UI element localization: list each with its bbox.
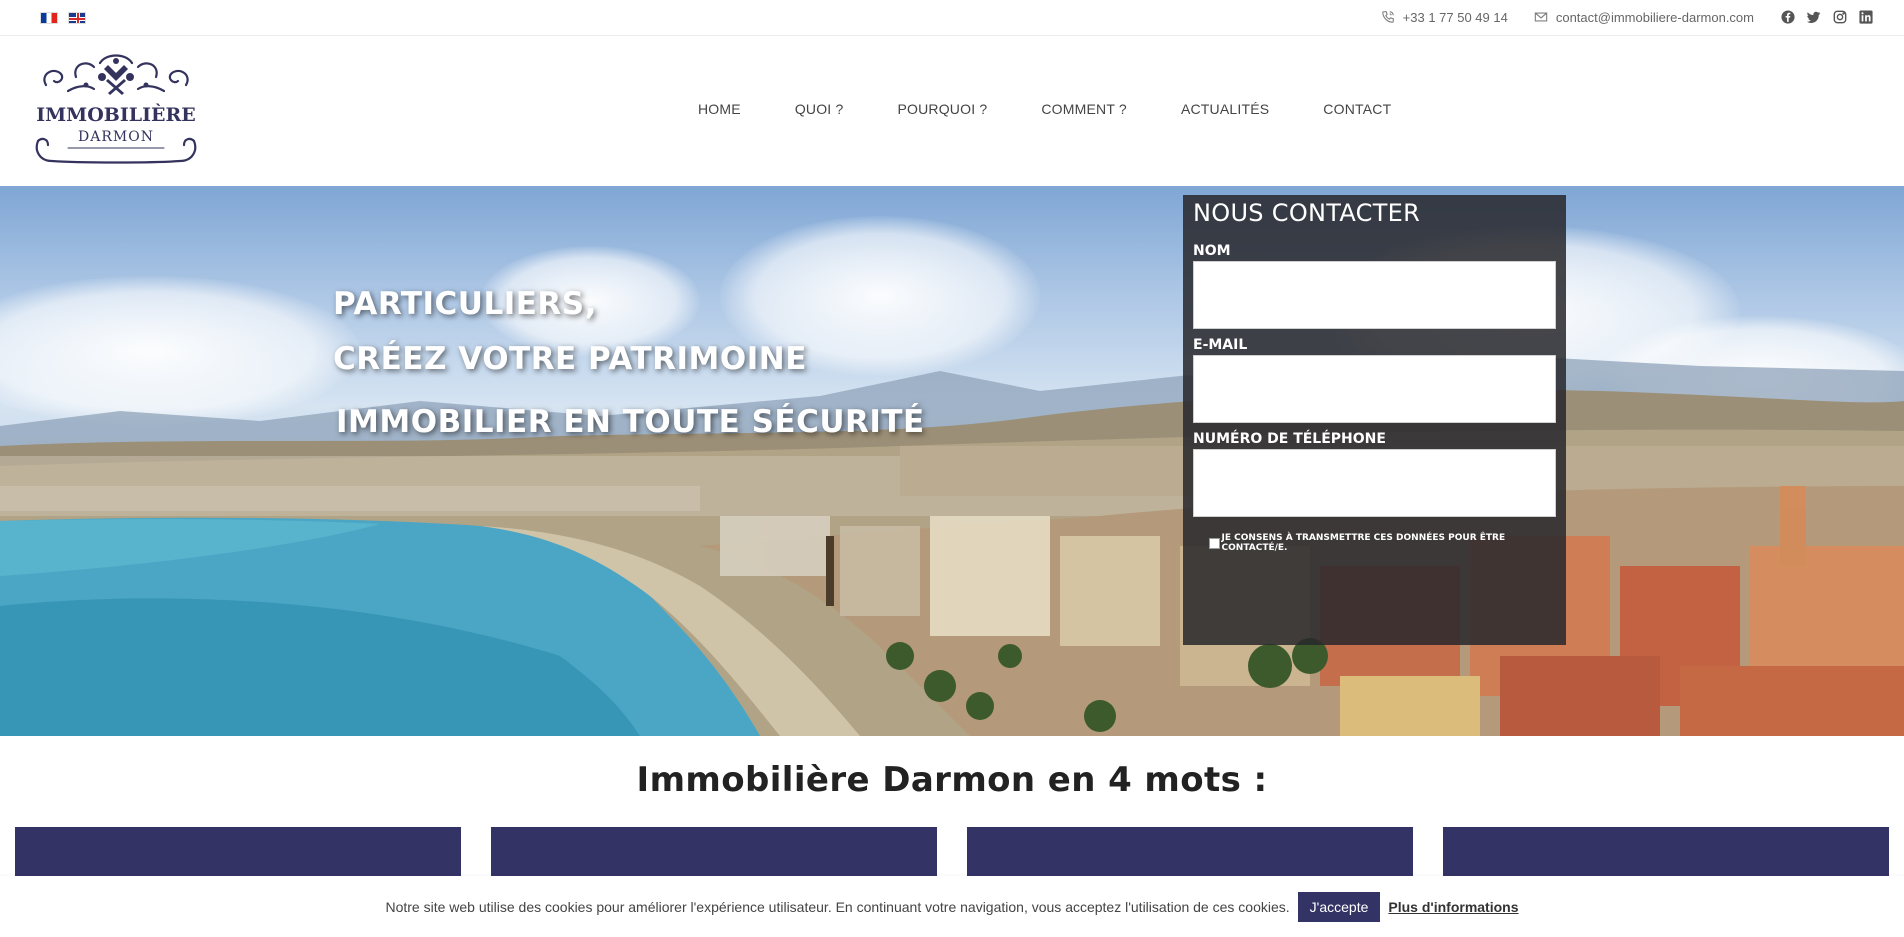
hero-banner: PARTICULIERS, CRÉEZ VOTRE PATRIMOINE IMM… [0,186,1904,736]
nav-pourquoi[interactable]: POURQUOI ? [897,101,987,117]
facebook-icon[interactable] [1780,9,1796,25]
email-label: E-MAIL [1193,337,1248,353]
linkedin-icon[interactable] [1858,9,1874,25]
accept-cookies-button[interactable]: J'accepte [1297,891,1381,922]
logo-line1: IMMOBILIÈRE [36,103,195,126]
email-link[interactable]: contact@immobiliere-darmon.com [1534,10,1754,25]
site-header: IMMOBILIÈRE DARMON HOME QUOI ? POURQUOI … [0,37,1904,186]
nav-quoi[interactable]: QUOI ? [795,101,844,117]
hero-headline-line3: IMMOBILIER EN TOUTE SÉCURITÉ [336,404,925,440]
france-flag-icon[interactable] [40,12,58,24]
language-switcher [40,12,86,24]
contact-form: NOUS CONTACTER NOM E-MAIL NUMÉRO DE TÉLÉ… [1183,195,1566,645]
twitter-icon[interactable] [1806,9,1822,25]
form-title: NOUS CONTACTER [1193,199,1421,227]
logo-line2: DARMON [78,129,154,145]
nav-contact[interactable]: CONTACT [1323,101,1391,117]
instagram-icon[interactable] [1832,9,1848,25]
email-input[interactable] [1193,355,1556,423]
hero-headline-line2: CRÉEZ VOTRE PATRIMOINE [333,341,807,377]
hero-cityscape [0,356,1904,736]
company-logo[interactable]: IMMOBILIÈRE DARMON [28,51,204,169]
nav-comment[interactable]: COMMENT ? [1041,101,1127,117]
consent-checkbox[interactable] [1209,537,1220,549]
phone-input[interactable] [1193,449,1556,517]
nav-home[interactable]: HOME [698,101,741,117]
hero-headline-line1: PARTICULIERS, [333,286,597,322]
phone-link[interactable]: +33 1 77 50 49 14 [1381,10,1508,25]
nav-actualites[interactable]: ACTUALITÉS [1181,101,1269,117]
consent-label: JE CONSENS À TRANSMETTRE CES DONNÉES POU… [1221,533,1506,553]
uk-flag-icon[interactable] [68,12,86,24]
phone-icon [1381,11,1394,23]
section-title: Immobilière Darmon en 4 mots : [636,760,1268,800]
phone-label: NUMÉRO DE TÉLÉPHONE [1193,431,1386,447]
cookie-banner: Notre site web utilise des cookies pour … [0,876,1904,937]
social-links [1780,9,1874,25]
email-address: contact@immobiliere-darmon.com [1555,9,1754,25]
consent-row: JE CONSENS À TRANSMETTRE CES DONNÉES POU… [1193,533,1556,553]
envelope-icon [1534,12,1548,22]
cookie-text: Notre site web utilise des cookies pour … [385,898,1290,915]
main-navigation: HOME QUOI ? POURQUOI ? COMMENT ? ACTUALI… [698,101,1445,117]
name-input[interactable] [1193,261,1556,329]
top-bar: +33 1 77 50 49 14 contact@immobiliere-da… [0,0,1904,36]
phone-number: +33 1 77 50 49 14 [1402,9,1508,25]
name-label: NOM [1193,243,1231,259]
top-contact-info: +33 1 77 50 49 14 contact@immobiliere-da… [1381,9,1874,25]
more-info-link[interactable]: Plus d'informations [1388,899,1518,915]
